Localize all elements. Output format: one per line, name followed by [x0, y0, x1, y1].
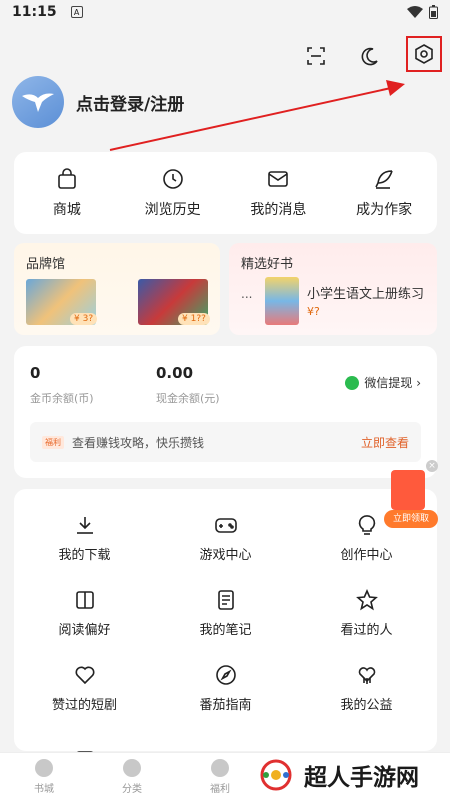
red-envelope-icon: [391, 470, 425, 510]
tab-welfare[interactable]: 福利: [176, 753, 264, 800]
wechat-withdraw-button[interactable]: 微信提现 ›: [345, 374, 421, 391]
status-icons: [407, 5, 438, 19]
book-title: 小学生语文上册练习: [307, 287, 425, 302]
selected-books-card[interactable]: 精选好书 ... 小学生语文上册练习 ¥?: [229, 243, 437, 335]
feature-grid: 我的下载 游戏中心 创作中心 阅读偏好 我的笔记 看过的人 赞过的短剧 番茄指南…: [14, 489, 437, 771]
gamepad-icon: [214, 518, 237, 533]
book-cover: [265, 277, 299, 325]
compass-icon: [215, 665, 236, 685]
wechat-icon: [345, 375, 360, 390]
bag-icon: [58, 168, 76, 189]
watermark-text: 超人手游网: [304, 765, 419, 791]
bookstore-icon: [35, 758, 53, 777]
grid-label: 创作中心: [340, 548, 393, 563]
mail-icon: [268, 171, 289, 187]
grid-item-download[interactable]: 我的下载: [14, 501, 155, 576]
brand-hall-title: 品牌馆: [26, 257, 66, 272]
coin-balance-label: 金币余额(币): [30, 392, 94, 405]
grid-item-my-charity[interactable]: 我的公益: [296, 651, 437, 726]
book-price: ¥?: [307, 305, 320, 318]
feather-icon: [375, 170, 393, 189]
close-icon[interactable]: ×: [426, 460, 438, 472]
welfare-icon: [211, 758, 229, 777]
cash-balance-label: 现金余额(元): [156, 392, 220, 405]
brand-hall-card[interactable]: 品牌馆 ¥ 3? ¥ 1??: [14, 243, 220, 335]
price-badge: ¥ 3?: [70, 313, 98, 325]
nav-label: 成为作家: [356, 202, 413, 218]
wallet-card: 0 金币余额(币) 0.00 现金余额(元) 微信提现 › 福利 查看赚钱攻略，…: [14, 346, 437, 478]
bird-icon: [22, 93, 54, 112]
battery-icon: [429, 5, 438, 19]
earn-guide-bar[interactable]: 福利 查看赚钱攻略，快乐攒钱 立即查看: [30, 422, 421, 462]
cash-balance: 0.00: [156, 364, 194, 382]
red-packet-float[interactable]: × 立即领取: [384, 460, 438, 528]
grid-label: 我的下载: [58, 548, 111, 563]
night-mode-button[interactable]: [352, 38, 388, 74]
book-icon: [75, 591, 94, 609]
tab-label: 福利: [210, 783, 230, 795]
price-badge: ¥ 1??: [178, 313, 210, 325]
tab-bookstore[interactable]: 书城: [0, 753, 88, 800]
grid-label: 赞过的短剧: [51, 698, 117, 713]
selected-books-title: 精选好书: [241, 257, 294, 272]
tab-category[interactable]: 分类: [88, 753, 176, 800]
grid-item-my-notes[interactable]: 我的笔记: [155, 576, 296, 651]
nav-history[interactable]: 浏览历史: [120, 152, 226, 234]
nav-mall[interactable]: 商城: [14, 152, 120, 234]
tab-label: 书城: [34, 783, 54, 795]
clock-icon: [162, 169, 183, 189]
grid-item-viewed-people[interactable]: 看过的人: [296, 576, 437, 651]
grid-item-game-center[interactable]: 游戏中心: [155, 501, 296, 576]
wechat-withdraw-label: 微信提现 ›: [364, 376, 421, 390]
download-icon: [76, 517, 93, 534]
grid-label: 阅读偏好: [58, 623, 111, 638]
grid-item-liked-dramas[interactable]: 赞过的短剧: [14, 651, 155, 726]
earn-guide-text: 查看赚钱攻略，快乐攒钱: [72, 435, 205, 450]
header-actions: [298, 36, 442, 74]
avatar[interactable]: [12, 76, 64, 128]
welfare-tag: 福利: [42, 435, 64, 449]
nav-label: 浏览历史: [144, 202, 201, 218]
profile-section[interactable]: 点击登录/注册: [12, 76, 184, 128]
nav-messages[interactable]: 我的消息: [226, 152, 332, 234]
lightbulb-icon: [358, 515, 375, 535]
charity-icon: [358, 667, 375, 684]
notification-icon: A: [70, 6, 83, 18]
grid-item-tomato-guide[interactable]: 番茄指南: [155, 651, 296, 726]
grid-label: 番茄指南: [199, 698, 252, 713]
heart-icon: [74, 666, 95, 685]
gear-icon: [415, 44, 433, 64]
quick-nav: 商城 浏览历史 我的消息 成为作家: [14, 152, 437, 234]
nav-label: 我的消息: [250, 202, 307, 218]
grid-label: 我的笔记: [199, 623, 252, 638]
site-watermark: 超人手游网: [254, 752, 419, 798]
grid-label: 游戏中心: [199, 548, 252, 563]
moon-icon: [361, 47, 378, 66]
status-time: 11:15: [12, 4, 57, 20]
nav-become-writer[interactable]: 成为作家: [331, 152, 437, 234]
category-icon: [123, 758, 141, 777]
more-dots: ...: [241, 287, 253, 301]
star-icon: [355, 589, 378, 611]
status-bar: 11:15 A: [0, 0, 450, 24]
note-icon: [217, 590, 234, 610]
scan-icon: [307, 47, 325, 65]
watermark-logo-icon: [260, 759, 292, 791]
login-link[interactable]: 点击登录/注册: [76, 90, 184, 115]
earn-guide-link[interactable]: 立即查看: [361, 434, 409, 451]
settings-button[interactable]: [406, 36, 442, 72]
coin-balance: 0: [30, 364, 41, 382]
wifi-icon: [407, 6, 423, 18]
scan-button[interactable]: [298, 38, 334, 74]
grid-item-reading-preference[interactable]: 阅读偏好: [14, 576, 155, 651]
grid-label: 我的公益: [340, 698, 393, 713]
red-packet-claim[interactable]: 立即领取: [384, 510, 438, 528]
nav-label: 商城: [52, 202, 81, 218]
tab-label: 分类: [122, 783, 142, 795]
grid-label: 看过的人: [340, 623, 393, 638]
